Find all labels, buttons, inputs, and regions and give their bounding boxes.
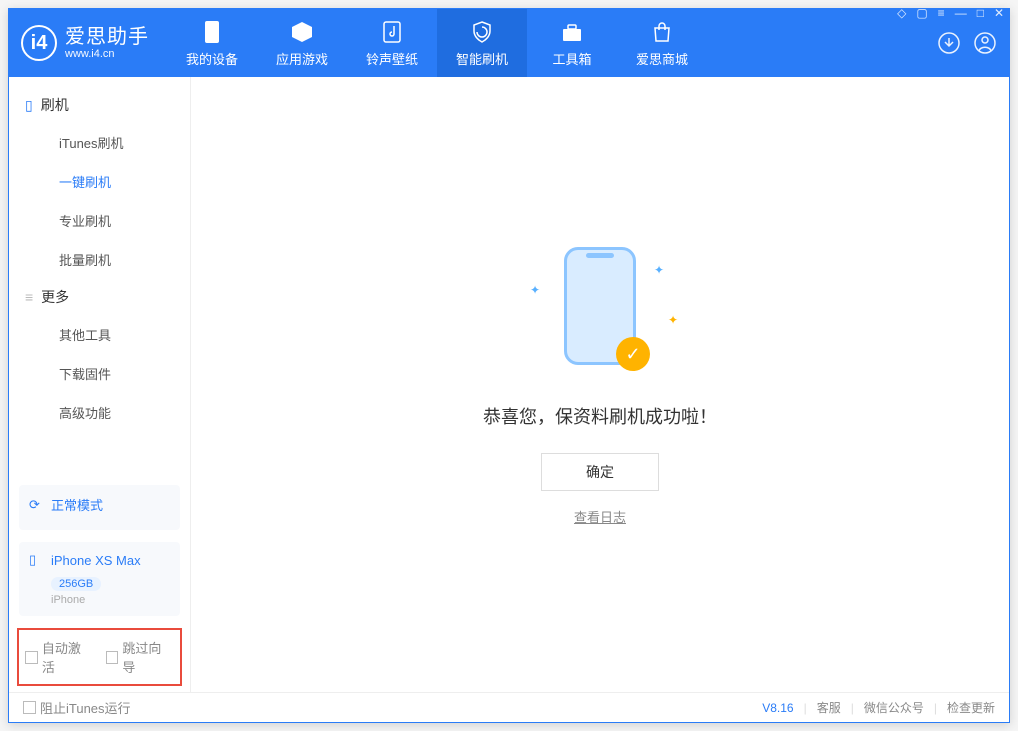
mode-label: 正常模式 xyxy=(51,495,103,514)
check-icon: ✓ xyxy=(616,337,650,371)
window-controls: ◇ ▢ ≡ — □ ✕ xyxy=(897,6,1004,20)
cube-icon xyxy=(289,19,315,45)
menu-icon[interactable]: ≡ xyxy=(938,6,945,20)
block-itunes-checkbox[interactable]: 阻止iTunes运行 xyxy=(23,698,131,717)
refresh-icon: ⟳ xyxy=(29,497,45,513)
nav-tabs: 我的设备 应用游戏 铃声壁纸 智能刷机 工具箱 爱思商城 xyxy=(167,9,707,77)
account-icon[interactable] xyxy=(973,31,997,55)
feedback-icon[interactable]: ▢ xyxy=(916,6,927,20)
device-icon: ▯ xyxy=(25,97,33,114)
music-icon xyxy=(379,19,405,45)
sidebar-item-oneclick-flash[interactable]: 一键刷机 xyxy=(9,162,190,201)
wechat-link[interactable]: 微信公众号 xyxy=(864,699,924,716)
sidebar-item-other-tools[interactable]: 其他工具 xyxy=(9,315,190,354)
tab-apps[interactable]: 应用游戏 xyxy=(257,9,347,77)
view-log-link[interactable]: 查看日志 xyxy=(574,507,626,526)
device-name: iPhone XS Max xyxy=(51,553,141,568)
device-box[interactable]: ▯ iPhone XS Max 256GB iPhone xyxy=(19,542,180,616)
device-type: iPhone xyxy=(51,594,170,606)
toolbox-icon xyxy=(559,19,585,45)
bag-icon xyxy=(649,19,675,45)
sidebar-item-itunes-flash[interactable]: iTunes刷机 xyxy=(9,123,190,162)
tab-toolbox[interactable]: 工具箱 xyxy=(527,9,617,77)
sidebar-item-download-firmware[interactable]: 下载固件 xyxy=(9,354,190,393)
minimize-button[interactable]: — xyxy=(955,6,967,20)
phone-small-icon: ▯ xyxy=(29,552,45,568)
support-link[interactable]: 客服 xyxy=(817,699,841,716)
main-panel: ✦✦✦ ✓ 恭喜您，保资料刷机成功啦！ 确定 查看日志 xyxy=(191,77,1009,692)
mode-box[interactable]: ⟳ 正常模式 xyxy=(19,485,180,530)
maximize-button[interactable]: □ xyxy=(977,6,984,20)
update-link[interactable]: 检查更新 xyxy=(947,699,995,716)
tab-ringtones[interactable]: 铃声壁纸 xyxy=(347,9,437,77)
skip-guide-checkbox[interactable]: 跳过向导 xyxy=(106,638,175,676)
app-window: ◇ ▢ ≡ — □ ✕ i4 爱思助手 www.i4.cn 我的设备 应用游戏 xyxy=(8,8,1010,723)
tab-flash[interactable]: 智能刷机 xyxy=(437,9,527,77)
logo[interactable]: i4 爱思助手 www.i4.cn xyxy=(21,25,149,61)
tab-my-device[interactable]: 我的设备 xyxy=(167,9,257,77)
version-label: V8.16 xyxy=(762,701,793,715)
sidebar-item-advanced[interactable]: 高级功能 xyxy=(9,393,190,432)
header: i4 爱思助手 www.i4.cn 我的设备 应用游戏 铃声壁纸 智能刷机 xyxy=(9,9,1009,77)
statusbar: 阻止iTunes运行 V8.16 | 客服 | 微信公众号 | 检查更新 xyxy=(9,692,1009,722)
capacity-badge: 256GB xyxy=(51,577,101,591)
tab-store[interactable]: 爱思商城 xyxy=(617,9,707,77)
sidebar-group-more: ≡ 更多 xyxy=(9,279,190,315)
success-illustration: ✦✦✦ ✓ xyxy=(510,243,690,383)
ok-button[interactable]: 确定 xyxy=(541,453,659,491)
shield-icon xyxy=(469,19,495,45)
app-subtitle: www.i4.cn xyxy=(65,48,149,60)
list-icon: ≡ xyxy=(25,289,33,305)
logo-icon: i4 xyxy=(21,25,57,61)
download-icon[interactable] xyxy=(937,31,961,55)
flash-options-highlight: 自动激活 跳过向导 xyxy=(17,628,182,686)
sidebar-item-pro-flash[interactable]: 专业刷机 xyxy=(9,201,190,240)
sidebar-item-batch-flash[interactable]: 批量刷机 xyxy=(9,240,190,279)
auto-activate-checkbox[interactable]: 自动激活 xyxy=(25,638,94,676)
sidebar-group-flash: ▯ 刷机 xyxy=(9,87,190,123)
app-title: 爱思助手 xyxy=(65,26,149,48)
sidebar: ▯ 刷机 iTunes刷机 一键刷机 专业刷机 批量刷机 ≡ 更多 其他工具 下… xyxy=(9,77,191,692)
phone-icon xyxy=(199,19,225,45)
close-button[interactable]: ✕ xyxy=(994,6,1004,20)
skin-icon[interactable]: ◇ xyxy=(897,6,906,20)
success-message: 恭喜您，保资料刷机成功啦！ xyxy=(483,403,717,429)
